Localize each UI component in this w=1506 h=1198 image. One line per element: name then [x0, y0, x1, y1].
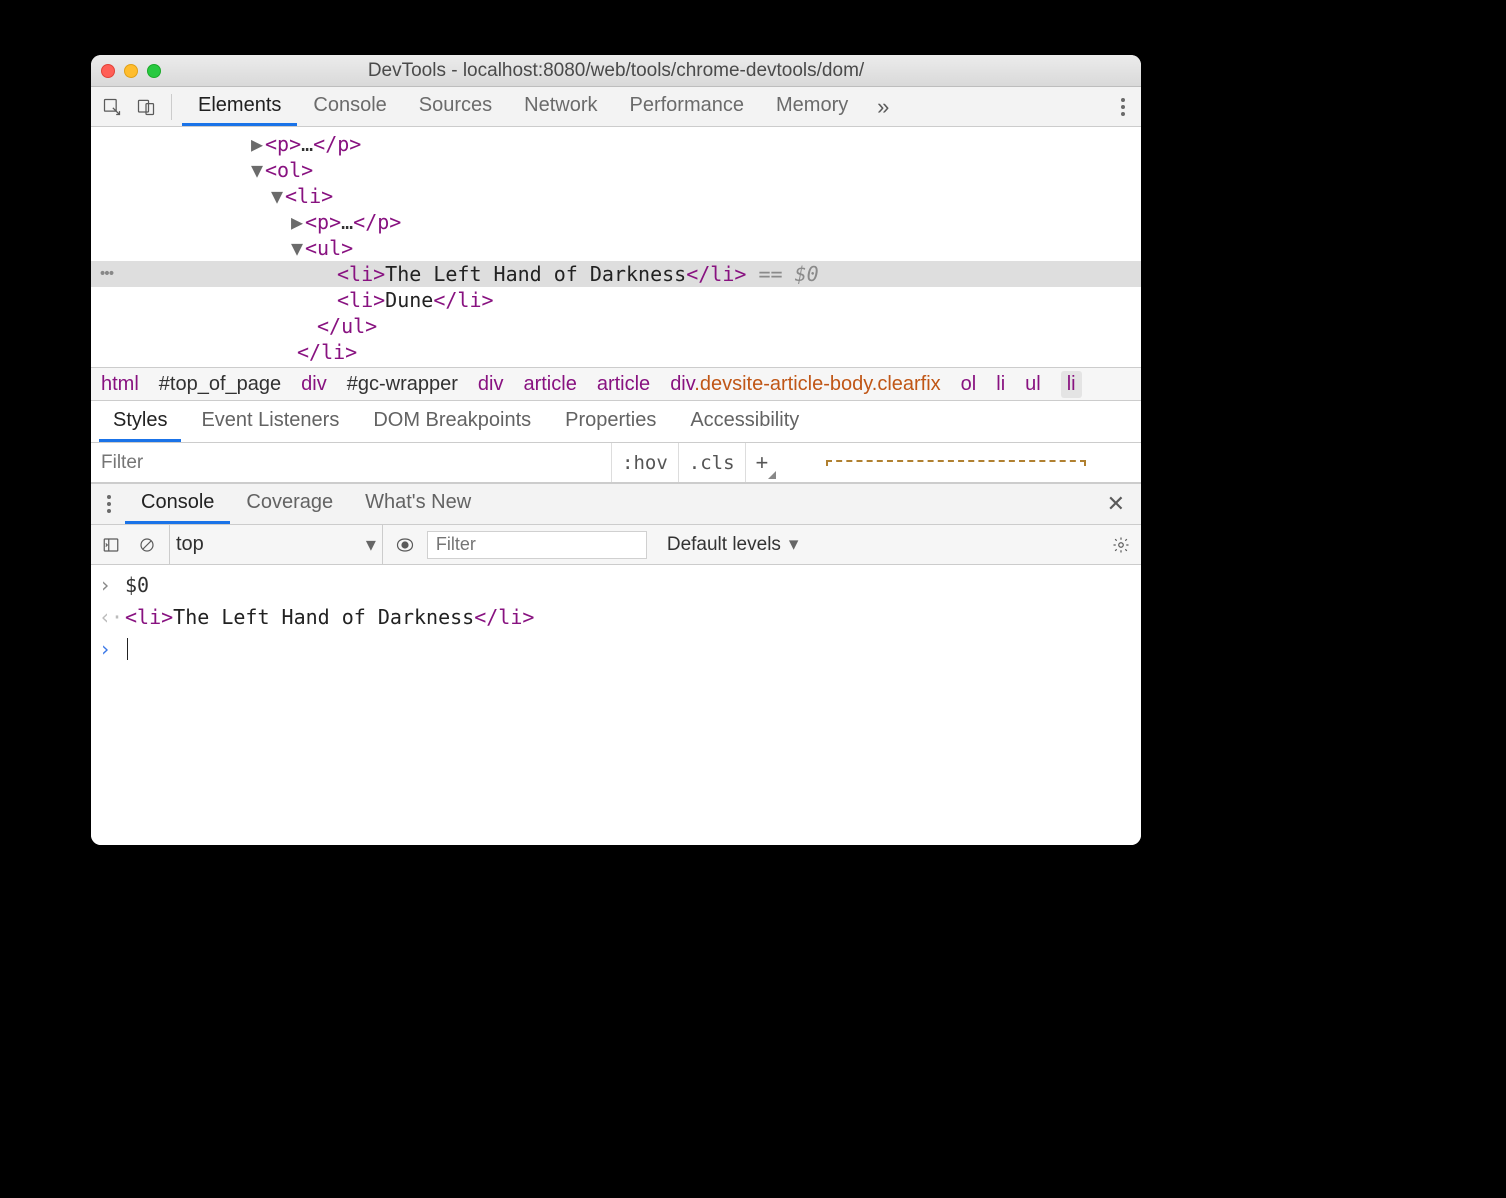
tab-elements[interactable]: Elements — [182, 87, 297, 126]
breadcrumb-item[interactable]: article — [523, 373, 576, 396]
tab-performance[interactable]: Performance — [614, 87, 761, 126]
breadcrumb-item[interactable]: #top_of_page — [159, 373, 281, 396]
breadcrumb-item[interactable]: li — [996, 373, 1005, 396]
breadcrumb-item[interactable]: #gc-wrapper — [347, 373, 458, 396]
close-drawer-button[interactable]: ✕ — [1097, 491, 1135, 517]
hov-toggle[interactable]: :hov — [611, 443, 678, 482]
close-window-button[interactable] — [101, 64, 115, 78]
dom-tree-row[interactable]: ▶<p>…</p> — [91, 209, 1141, 235]
dom-tree-row[interactable]: •••<li>The Left Hand of Darkness</li> ==… — [91, 261, 1141, 287]
titlebar: DevTools - localhost:8080/web/tools/chro… — [91, 55, 1141, 87]
devtools-window: DevTools - localhost:8080/web/tools/chro… — [91, 55, 1141, 845]
console-prompt-row[interactable]: › — [91, 633, 1141, 665]
console-result-row: ‹· <li>The Left Hand of Darkness</li> — [91, 601, 1141, 633]
dom-tree-row[interactable]: ▼<ul> — [91, 235, 1141, 261]
subtab-accessibility[interactable]: Accessibility — [676, 401, 813, 442]
breadcrumb-item[interactable]: article — [597, 373, 650, 396]
drawer-tab-console[interactable]: Console — [125, 484, 230, 524]
breadcrumb-item[interactable]: div.devsite-article-body.clearfix — [670, 373, 940, 396]
window-controls — [101, 64, 161, 78]
console-settings-icon[interactable] — [1107, 531, 1135, 559]
new-style-rule-button[interactable]: + — [745, 443, 779, 482]
device-toggle-icon[interactable] — [131, 92, 161, 122]
expand-icon[interactable]: › — [99, 573, 115, 597]
dom-tree-row[interactable]: ▼<li> — [91, 183, 1141, 209]
subtab-properties[interactable]: Properties — [551, 401, 670, 442]
clear-console-icon[interactable] — [133, 531, 161, 559]
live-expression-icon[interactable] — [391, 531, 419, 559]
console-sidebar-toggle-icon[interactable] — [97, 531, 125, 559]
log-levels-selector[interactable]: Default levels — [667, 533, 799, 556]
dom-tree-row[interactable]: <li>Dune</li> — [91, 287, 1141, 313]
result-icon: ‹· — [99, 605, 115, 629]
context-selector[interactable]: top — [169, 525, 383, 564]
more-tabs-icon[interactable]: » — [868, 92, 898, 122]
console-input-row: › $0 — [91, 569, 1141, 601]
box-model-preview-edge — [826, 460, 1086, 466]
console-filter-input[interactable] — [427, 531, 647, 559]
inspect-element-icon[interactable] — [97, 92, 127, 122]
console-result-value: <li>The Left Hand of Darkness</li> — [125, 605, 534, 629]
tab-sources[interactable]: Sources — [403, 87, 508, 126]
dom-tree-row[interactable]: ▼<ol> — [91, 157, 1141, 183]
subtab-dom-breakpoints[interactable]: DOM Breakpoints — [359, 401, 545, 442]
subtab-styles[interactable]: Styles — [99, 401, 181, 442]
console-input-value: $0 — [125, 573, 149, 597]
dom-tree-row[interactable]: </ul> — [91, 313, 1141, 339]
drawer-menu-icon[interactable] — [97, 495, 121, 513]
styles-tabs: StylesEvent ListenersDOM BreakpointsProp… — [91, 401, 1141, 443]
main-tabs: ElementsConsoleSourcesNetworkPerformance… — [182, 87, 864, 126]
subtab-event-listeners[interactable]: Event Listeners — [187, 401, 353, 442]
drawer-tabs: ConsoleCoverageWhat's New ✕ — [91, 483, 1141, 525]
prompt-icon: › — [99, 637, 115, 661]
context-value: top — [176, 533, 384, 556]
window-title: DevTools - localhost:8080/web/tools/chro… — [91, 60, 1141, 82]
dom-tree-row[interactable]: ▶<p>…</p> — [91, 131, 1141, 157]
elements-tree[interactable]: ▶<p>…</p>▼<ol>▼<li>▶<p>…</p>▼<ul>•••<li>… — [91, 127, 1141, 367]
breadcrumb-item[interactable]: div — [301, 373, 327, 396]
breadcrumb-item[interactable]: div — [478, 373, 504, 396]
tab-console[interactable]: Console — [297, 87, 402, 126]
main-toolbar: ElementsConsoleSourcesNetworkPerformance… — [91, 87, 1141, 127]
dom-tree-row[interactable]: </li> — [91, 339, 1141, 365]
tab-memory[interactable]: Memory — [760, 87, 864, 126]
console-output[interactable]: › $0 ‹· <li>The Left Hand of Darkness</l… — [91, 565, 1141, 845]
separator — [171, 94, 172, 120]
drawer-tab-coverage[interactable]: Coverage — [230, 484, 349, 524]
minimize-window-button[interactable] — [124, 64, 138, 78]
console-toolbar: top Default levels — [91, 525, 1141, 565]
dom-breadcrumbs: html #top_of_page div #gc-wrapper div article… — [91, 367, 1141, 401]
tab-network[interactable]: Network — [508, 87, 613, 126]
zoom-window-button[interactable] — [147, 64, 161, 78]
text-cursor — [127, 638, 128, 660]
breadcrumb-item[interactable]: li — [1061, 371, 1082, 398]
styles-filter-bar: :hov .cls + — [91, 443, 1141, 483]
breadcrumb-item[interactable]: ol — [961, 373, 977, 396]
breadcrumb-item[interactable]: html — [101, 373, 139, 396]
breadcrumb-item[interactable]: ul — [1025, 373, 1041, 396]
settings-menu-icon[interactable] — [1111, 98, 1135, 116]
drawer-tab-what-s-new[interactable]: What's New — [349, 484, 487, 524]
cls-toggle[interactable]: .cls — [678, 443, 745, 482]
styles-filter-input[interactable] — [91, 443, 611, 482]
